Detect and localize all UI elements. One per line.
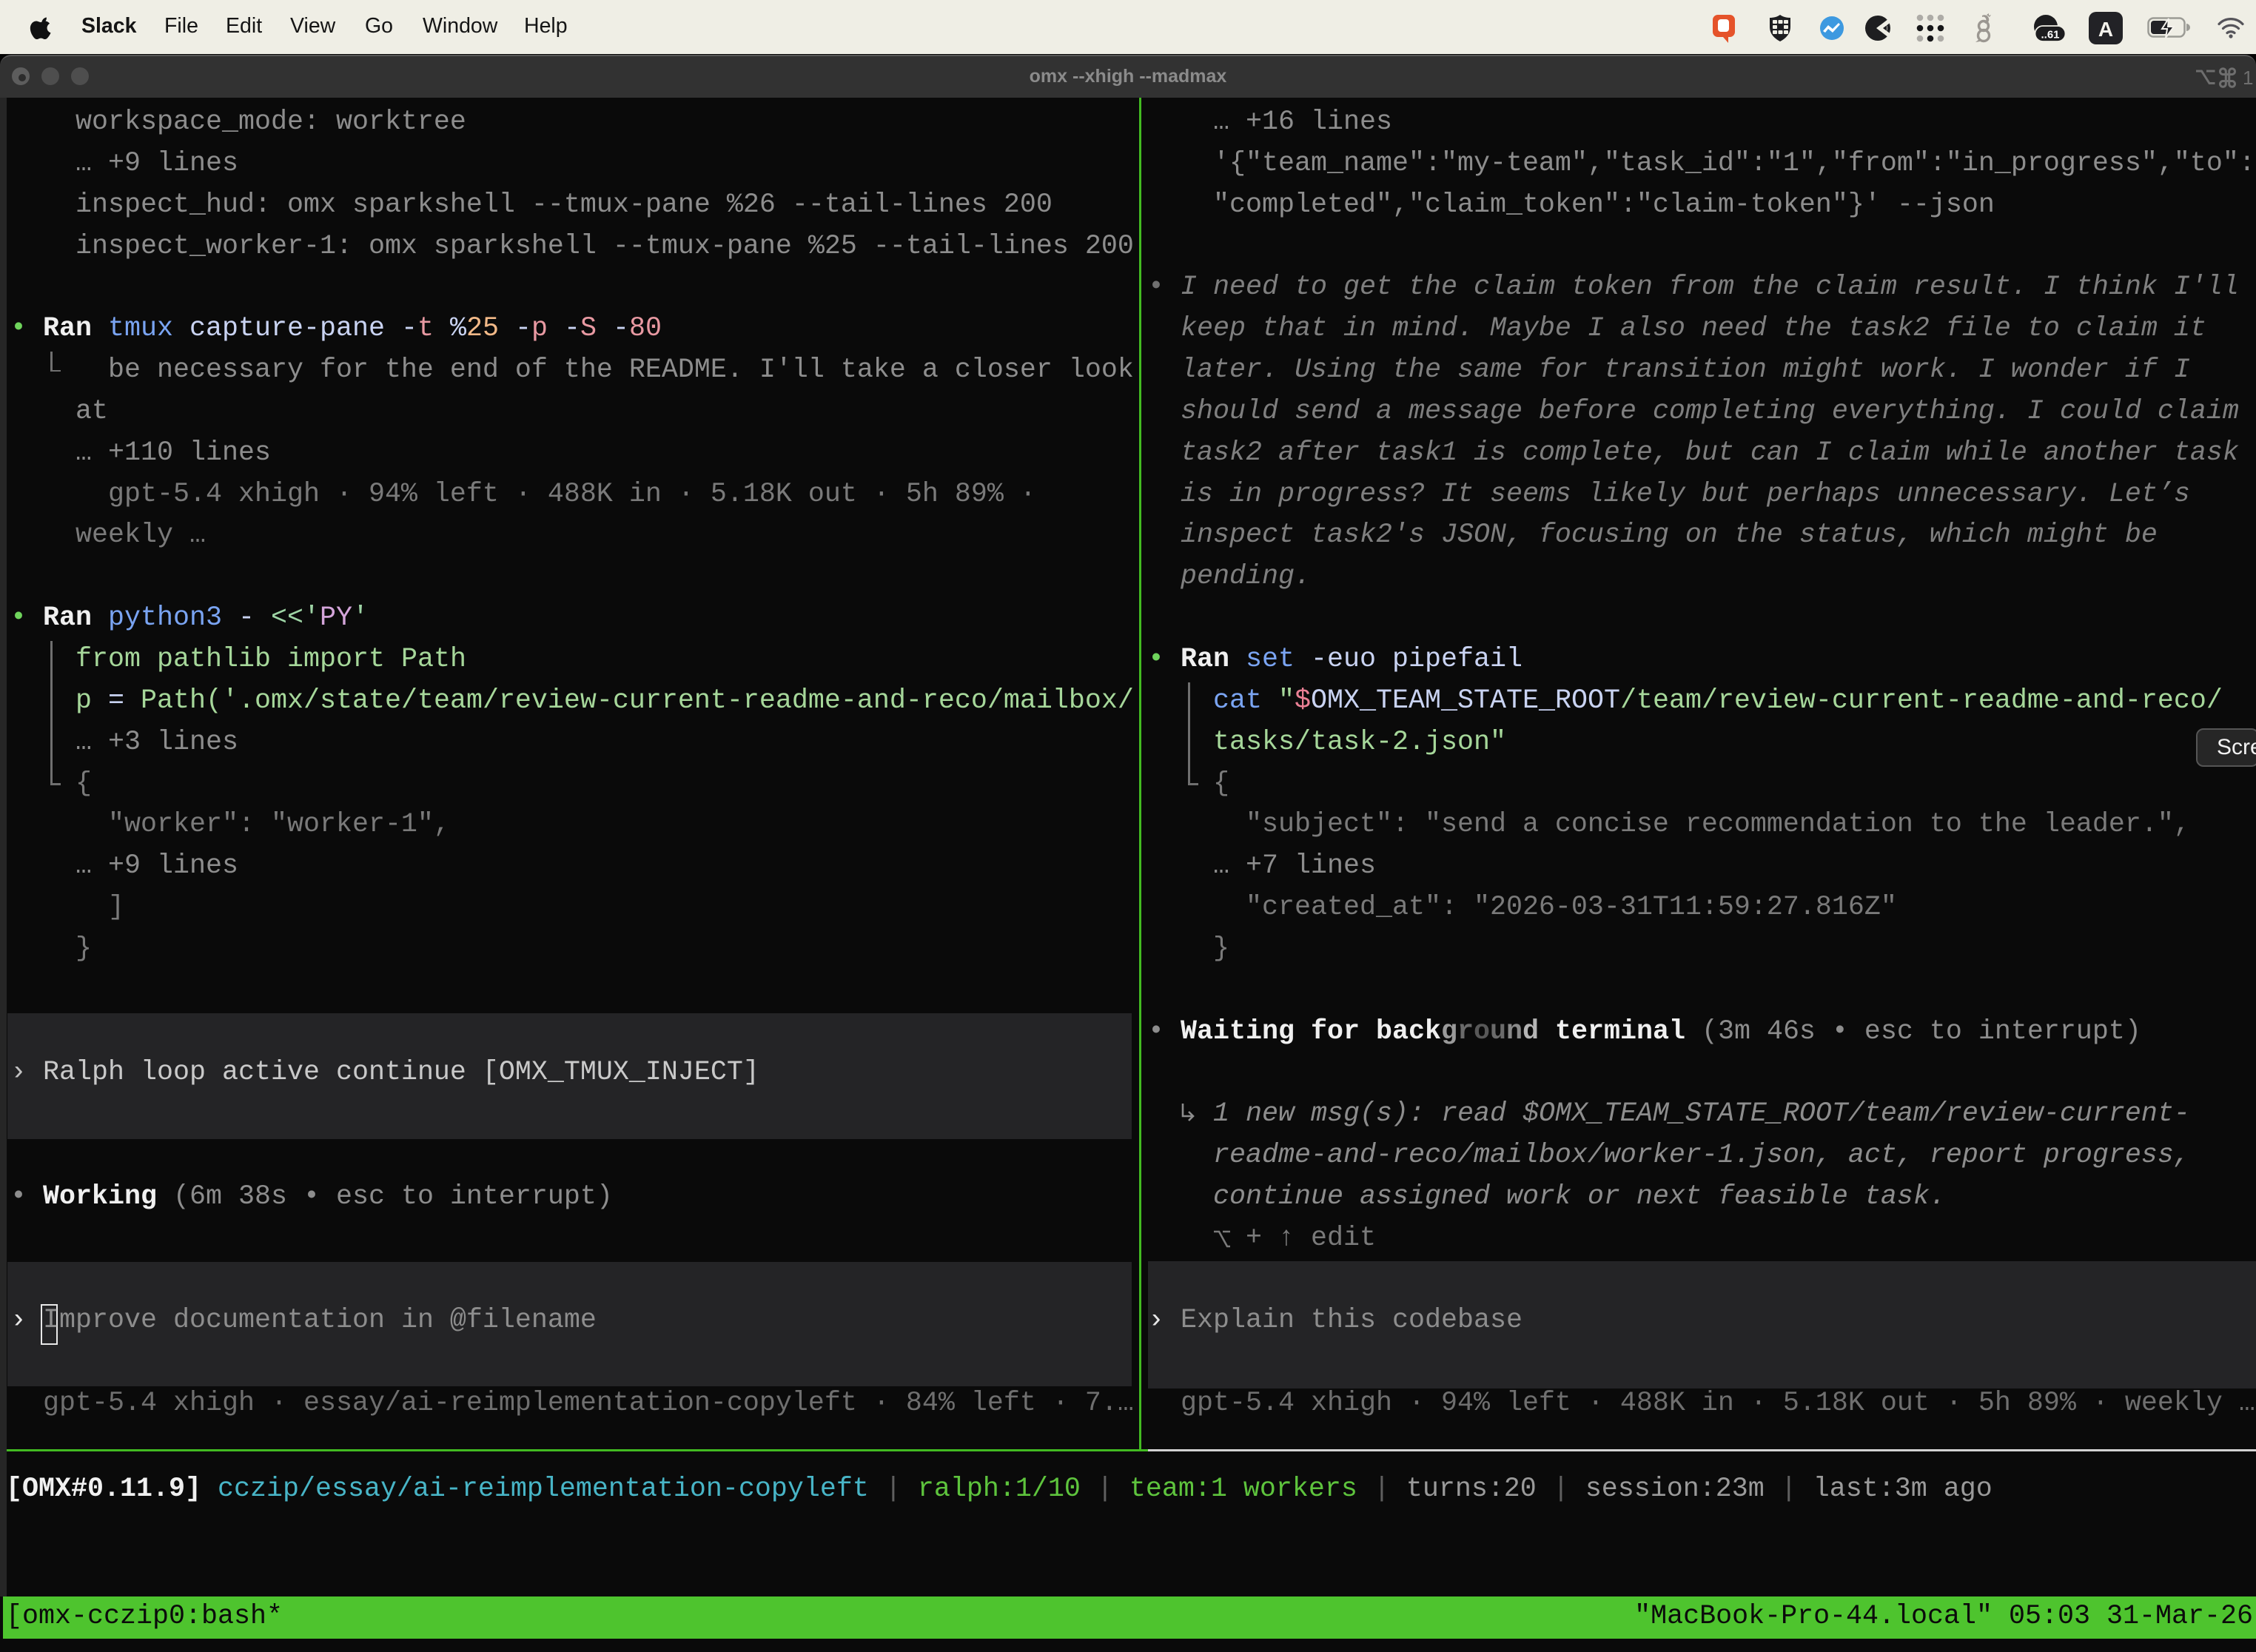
svg-text:A: A [2098, 18, 2113, 41]
svg-text:1: 1 [2243, 67, 2253, 88]
svg-text:..61: ..61 [2041, 29, 2059, 41]
